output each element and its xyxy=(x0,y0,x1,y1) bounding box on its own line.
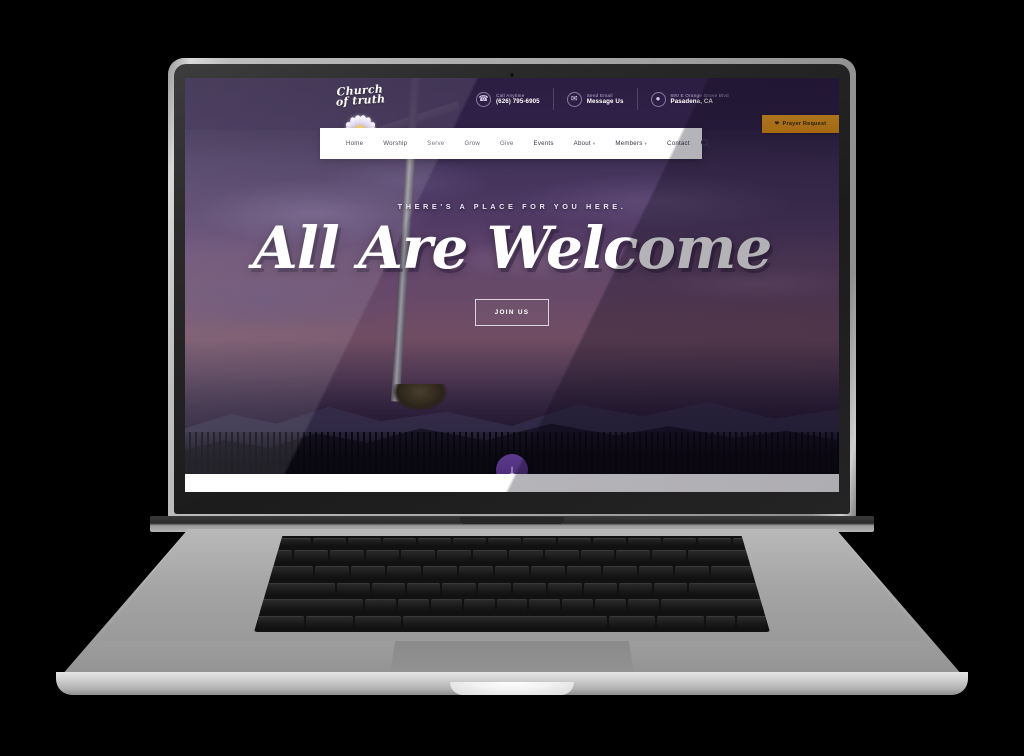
hinge-notch xyxy=(460,517,564,524)
laptop-front-notch xyxy=(450,682,574,695)
join-us-label: JOIN US xyxy=(494,309,530,316)
laptop-mockup: Church of truth ☎ Call Anytime (626) 795… xyxy=(0,0,1024,756)
nav-item-serve[interactable]: Serve xyxy=(417,140,454,147)
keyboard-row-numbers xyxy=(258,549,766,563)
hero-eyebrow: THERE'S A PLACE FOR YOU HERE. xyxy=(397,202,627,211)
logo-line-2: of truth xyxy=(335,92,386,109)
nav-label: Worship xyxy=(383,140,408,147)
laptop-screen: Church of truth ☎ Call Anytime (626) 795… xyxy=(185,78,839,492)
hero-content: THERE'S A PLACE FOR YOU HERE. All Are We… xyxy=(185,202,839,326)
nav-label: Serve xyxy=(427,140,445,147)
nav-label: Members xyxy=(615,140,643,147)
keyboard-row-modifiers xyxy=(257,615,767,629)
contact-email-value: Message Us xyxy=(586,98,624,106)
nav-item-home[interactable]: Home xyxy=(336,140,373,147)
heart-icon: ❤ xyxy=(774,121,780,127)
nav-label: Give xyxy=(500,140,514,147)
screenshot-root: Church of truth ☎ Call Anytime (626) 795… xyxy=(0,0,1024,756)
contact-email[interactable]: ✉ Send Email Message Us xyxy=(554,91,637,107)
nav-label: Grow xyxy=(464,140,480,147)
nav-label: About xyxy=(573,140,591,147)
hero-headline: All Are Welcome xyxy=(252,214,773,282)
chevron-down-icon: ▾ xyxy=(592,140,596,146)
contact-address-value: Pasadena, CA xyxy=(670,98,713,106)
contact-phone-value: (626) 795-6905 xyxy=(496,98,540,106)
keyboard-row-function xyxy=(257,538,767,546)
laptop-keyboard[interactable] xyxy=(254,536,770,632)
nav-item-grow[interactable]: Grow xyxy=(454,140,490,147)
contact-info-row: ☎ Call Anytime (626) 795-6905 ✉ Send Ema… xyxy=(463,88,742,110)
nav-label: Home xyxy=(346,140,364,147)
nav-item-about[interactable]: About ▾ xyxy=(564,140,606,147)
keyboard-row-shift xyxy=(257,599,767,613)
main-navigation-bar: Home Worship Serve Grow Give Events Abou… xyxy=(320,128,710,159)
site-top-bar: Church of truth ☎ Call Anytime (626) 795… xyxy=(185,78,839,141)
contact-phone[interactable]: ☎ Call Anytime (626) 795-6905 xyxy=(463,91,553,107)
nav-label: Contact xyxy=(667,140,690,147)
keyboard-row-qwerty xyxy=(258,566,766,580)
nav-item-members[interactable]: Members ▾ xyxy=(605,140,657,147)
page-section-below-hero xyxy=(185,474,839,492)
website-viewport: Church of truth ☎ Call Anytime (626) 795… xyxy=(185,78,839,492)
nav-links: Home Worship Serve Grow Give Events Abou… xyxy=(320,140,700,147)
map-pin-icon: ● xyxy=(650,91,666,107)
prayer-request-label: Prayer Request xyxy=(782,121,827,127)
prayer-request-button[interactable]: ❤ Prayer Request xyxy=(762,115,839,133)
nav-item-give[interactable]: Give xyxy=(490,140,524,147)
keyboard-row-home xyxy=(258,582,766,596)
phone-icon: ☎ xyxy=(476,91,491,107)
nav-item-events[interactable]: Events xyxy=(524,140,564,147)
envelope-icon: ✉ xyxy=(566,91,582,107)
join-us-button[interactable]: JOIN US xyxy=(475,299,549,326)
nav-item-worship[interactable]: Worship xyxy=(373,140,417,147)
webcam-icon xyxy=(510,73,514,77)
nav-label: Events xyxy=(533,140,554,147)
chevron-down-icon: ▾ xyxy=(644,140,648,146)
cross-base xyxy=(393,384,447,410)
nav-item-contact[interactable]: Contact xyxy=(657,140,700,147)
search-icon[interactable] xyxy=(700,135,727,153)
logo-text: Church of truth xyxy=(323,78,397,108)
contact-address[interactable]: ● 690 E Orange Grove Blvd Pasadena, CA xyxy=(638,91,742,107)
